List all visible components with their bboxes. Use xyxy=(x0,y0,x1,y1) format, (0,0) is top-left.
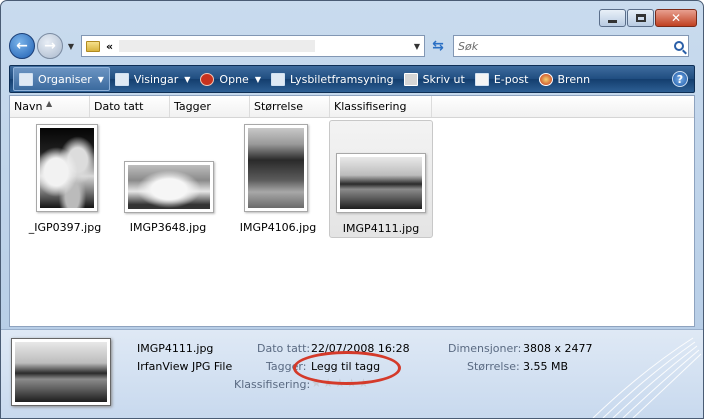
maximize-icon xyxy=(635,14,646,22)
print-label: Skriv ut xyxy=(422,72,465,86)
address-path[interactable] xyxy=(119,40,316,52)
chevron-down-icon: ▼ xyxy=(97,74,104,84)
email-icon xyxy=(474,72,489,86)
address-bar[interactable]: « ▼ xyxy=(81,35,425,57)
column-headers: ▲ Navn Dato tatt Tagger Størrelse Klassi… xyxy=(10,96,694,118)
email-button[interactable]: E-post xyxy=(470,67,534,91)
refresh-button[interactable]: ⇆ xyxy=(427,35,449,57)
print-button[interactable]: Skriv ut xyxy=(399,67,470,91)
details-file-type: IrfanView JPG File xyxy=(137,360,233,373)
search-icon[interactable] xyxy=(674,41,684,51)
details-preview-thumbnail xyxy=(11,338,111,406)
slideshow-icon xyxy=(270,72,285,86)
slideshow-button[interactable]: Lysbiletframsyning xyxy=(266,67,399,91)
column-header-rating[interactable]: Klassifisering xyxy=(330,96,432,117)
column-header-tags[interactable]: Tagger xyxy=(170,96,250,117)
decorative-swoosh-icon xyxy=(592,337,702,418)
forward-button[interactable]: → xyxy=(37,33,63,59)
address-overflow[interactable]: « xyxy=(106,40,113,53)
file-thumbnail xyxy=(124,161,214,213)
file-item-selected[interactable]: IMGP4111.jpg xyxy=(329,120,433,238)
recent-pages-dropdown[interactable]: ▼ xyxy=(65,42,77,51)
column-header-label: Navn xyxy=(14,100,43,113)
forward-arrow-icon: → xyxy=(44,38,56,54)
size-value: 3.55 MB xyxy=(523,360,569,373)
column-header-label: Klassifisering xyxy=(334,100,407,113)
thumbnail-grid: _IGP0397.jpg IMGP3648.jpg IMGP4106.jpg I… xyxy=(10,118,694,326)
address-dropdown[interactable]: ▼ xyxy=(410,42,424,51)
file-name: IMGP4111.jpg xyxy=(342,222,420,235)
file-name: IMGP4106.jpg xyxy=(239,221,317,234)
minimize-button[interactable] xyxy=(599,9,626,27)
search-input[interactable]: Søk xyxy=(453,35,689,57)
rating-label: Klassifisering: xyxy=(234,378,311,391)
close-button[interactable]: ✕ xyxy=(655,9,697,27)
column-header-name[interactable]: ▲ Navn xyxy=(10,96,90,117)
back-button[interactable]: ← xyxy=(9,33,35,59)
burn-label: Brenn xyxy=(557,72,591,86)
size-label: Størrelse: xyxy=(467,360,520,373)
close-icon: ✕ xyxy=(670,11,682,25)
dimensions-label: Dimensjoner: xyxy=(448,342,522,355)
column-header-label: Tagger xyxy=(174,100,211,113)
date-taken-label: Dato tatt: xyxy=(257,342,311,355)
file-list-pane[interactable]: ▲ Navn Dato tatt Tagger Størrelse Klassi… xyxy=(9,95,695,327)
views-label: Visingar xyxy=(133,72,179,86)
maximize-button[interactable] xyxy=(627,9,654,27)
back-arrow-icon: ← xyxy=(16,38,28,54)
views-icon xyxy=(114,72,129,86)
details-file-name: IMGP4111.jpg xyxy=(137,342,214,355)
chevron-down-icon: ▼ xyxy=(254,74,261,84)
file-item[interactable]: IMGP3648.jpg xyxy=(116,120,220,238)
caption-buttons: ✕ xyxy=(599,9,697,27)
explorer-window: ✕ ← → ▼ « ▼ ⇆ Søk Organiser ▼ Visingar ▼ xyxy=(0,0,704,419)
refresh-icon: ⇆ xyxy=(432,38,444,54)
organise-button[interactable]: Organiser ▼ xyxy=(13,67,110,91)
file-thumbnail xyxy=(244,124,308,212)
organise-icon xyxy=(19,72,33,86)
open-button[interactable]: Opne ▼ xyxy=(195,67,266,91)
printer-icon xyxy=(403,72,418,86)
chevron-down-icon: ▼ xyxy=(413,41,421,51)
chevron-down-icon: ▼ xyxy=(67,41,75,51)
chevron-down-icon: ▼ xyxy=(184,74,191,84)
folder-icon xyxy=(86,40,100,52)
help-icon: ? xyxy=(676,72,684,86)
column-header-size[interactable]: Størrelse xyxy=(250,96,330,117)
minimize-icon xyxy=(608,19,617,23)
open-label: Opne xyxy=(219,72,249,86)
highlight-ring-annotation xyxy=(293,351,401,385)
column-header-label: Dato tatt xyxy=(94,100,144,113)
navigation-bar: ← → ▼ « ▼ ⇆ Søk xyxy=(9,31,695,61)
burn-disc-icon xyxy=(538,72,553,86)
file-name: _IGP0397.jpg xyxy=(28,221,102,234)
organise-label: Organiser xyxy=(38,72,92,86)
views-button[interactable]: Visingar ▼ xyxy=(110,67,196,91)
file-item[interactable]: IMGP4106.jpg xyxy=(230,120,326,238)
help-button[interactable]: ? xyxy=(672,71,688,87)
burn-button[interactable]: Brenn xyxy=(534,67,596,91)
slideshow-label: Lysbiletframsyning xyxy=(289,72,394,86)
sort-ascending-icon: ▲ xyxy=(46,99,53,108)
command-bar: Organiser ▼ Visingar ▼ Opne ▼ Lysbiletfr… xyxy=(9,65,695,93)
file-name: IMGP3648.jpg xyxy=(129,221,207,234)
file-thumbnail xyxy=(36,124,98,212)
irfanview-icon xyxy=(200,72,215,86)
search-placeholder: Søk xyxy=(458,39,479,53)
file-item[interactable]: _IGP0397.jpg xyxy=(20,120,110,238)
file-thumbnail xyxy=(336,153,426,213)
column-header-label: Størrelse xyxy=(254,100,303,113)
email-label: E-post xyxy=(493,72,529,86)
column-header-date[interactable]: Dato tatt xyxy=(90,96,170,117)
